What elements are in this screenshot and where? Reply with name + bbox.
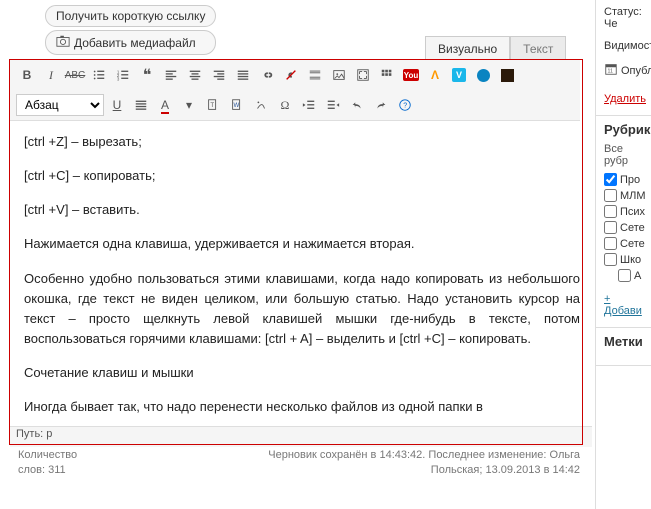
outdent-button[interactable] [298,94,320,116]
remove-format-button[interactable] [250,94,272,116]
word-count-label: Количество [18,448,77,463]
plugin-dark-icon[interactable] [496,64,518,86]
editor-tabs: Визуально Текст [425,36,566,61]
editor-toolbar: B I ABC 123 ❝ You Λ V Абзац U A [10,60,580,121]
status-label: Статус: [604,6,642,18]
shortlink-button[interactable]: Получить короткую ссылку [45,5,216,27]
link-button[interactable] [256,64,278,86]
rubrics-heading: Рубрики [604,122,648,137]
svg-text:T: T [210,102,214,109]
cat-label-3: Сете [620,222,645,234]
publish-label: Опубл [621,65,651,77]
cat-label-a: А [634,270,641,282]
status-value: Че [604,18,617,30]
text-color-button[interactable]: A [154,94,176,116]
strike-button[interactable]: ABC [64,64,86,86]
sidebar: Статус: Че Видимост 11 Опубл Удалить Руб… [595,0,651,509]
all-rubrics-tab[interactable]: Все рубр [604,143,648,167]
draft-saved: Черновик сохранён в 14:43:42. [268,449,425,461]
cat-checkbox-3[interactable] [604,221,617,234]
vimeo-icon[interactable]: V [448,64,470,86]
svg-text:?: ? [403,103,407,110]
add-media-button[interactable]: Добавить медиафайл [45,30,216,55]
svg-text:W: W [234,102,240,109]
add-media-label: Добавить медиафайл [74,36,196,50]
content-p6: Сочетание клавиш и мышки [24,363,580,383]
cat-checkbox-a[interactable] [618,269,631,282]
quote-button[interactable]: ❝ [136,64,158,86]
cat-checkbox-1[interactable] [604,189,617,202]
cat-label-0: Про [620,174,640,186]
editor-content[interactable]: [ctrl +Z] – вырезать; [ctrl +C] – копиро… [10,122,594,442]
align-right-button[interactable] [208,64,230,86]
fullscreen-button[interactable] [352,64,374,86]
youtube-icon[interactable]: You [400,64,422,86]
paste-word-button[interactable]: W [226,94,248,116]
cat-label-5: Шко [620,254,641,266]
charmap-button[interactable]: Ω [274,94,296,116]
content-p3: [ctrl +V] – вставить. [24,200,580,220]
content-p5: Особенно удобно пользоваться этими клави… [24,269,580,350]
cat-checkbox-4[interactable] [604,237,617,250]
editor-footer: Количество слов: 311 Черновик сохранён в… [18,448,580,479]
undo-button[interactable] [346,94,368,116]
svg-text:11: 11 [608,69,614,75]
cat-checkbox-5[interactable] [604,253,617,266]
tags-heading: Метки [604,334,648,349]
content-p4: Нажимается одна клавиша, удерживается и … [24,234,580,254]
align-center-button[interactable] [184,64,206,86]
tab-visual[interactable]: Визуально [425,36,510,61]
cat-label-2: Псих [620,206,645,218]
redo-button[interactable] [370,94,392,116]
content-p2: [ctrl +C] – копировать; [24,166,580,186]
paste-text-button[interactable]: T [202,94,224,116]
calendar-icon: 11 [604,62,618,79]
shortlink-label: Получить короткую ссылку [56,9,205,23]
content-p1: [ctrl +Z] – вырезать; [24,132,580,152]
camera-icon [56,34,70,51]
align-justify-button[interactable] [232,64,254,86]
cat-label-1: МЛМ [620,190,646,202]
content-p7: Иногда бывает так, что надо перенести не… [24,397,580,417]
add-category-link[interactable]: + Добави [604,293,642,317]
rutube-icon[interactable]: Λ [424,64,446,86]
ul-button[interactable] [88,64,110,86]
color-picker-button[interactable]: ▾ [178,94,200,116]
align-full-button[interactable] [130,94,152,116]
word-count-value: слов: 311 [18,463,77,478]
cat-checkbox-0[interactable] [604,173,617,186]
last-modified-2: Польская; 13.09.2013 в 14:42 [268,463,580,478]
editor-statusbar: Путь: p [10,426,592,447]
plugin-blue-icon[interactable] [472,64,494,86]
more-button[interactable] [304,64,326,86]
cat-checkbox-2[interactable] [604,205,617,218]
image-button[interactable] [328,64,350,86]
underline-button[interactable]: U [106,94,128,116]
delete-link[interactable]: Удалить [604,93,646,105]
visibility-label: Видимост [604,40,648,52]
kitchen-sink-button[interactable] [376,64,398,86]
svg-text:3: 3 [117,76,120,81]
format-select[interactable]: Абзац [16,94,104,116]
bold-button[interactable]: B [16,64,38,86]
italic-button[interactable]: I [40,64,62,86]
align-left-button[interactable] [160,64,182,86]
help-button[interactable]: ? [394,94,416,116]
cat-label-4: Сете [620,238,645,250]
tab-text[interactable]: Текст [510,36,566,61]
last-modified: Последнее изменение: Ольга [428,449,580,461]
ol-button[interactable]: 123 [112,64,134,86]
indent-button[interactable] [322,94,344,116]
unlink-button[interactable] [280,64,302,86]
